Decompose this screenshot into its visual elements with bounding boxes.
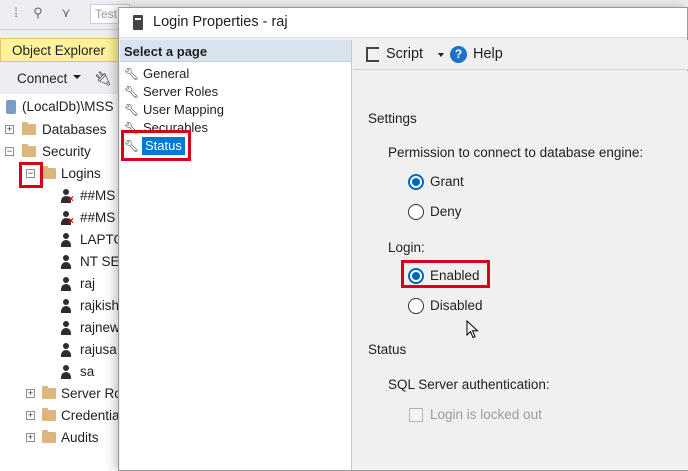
tree-label: NT SE [80,254,120,269]
page-item-label: Server Roles [143,84,219,99]
wrench-icon: 🔧︎ [124,85,140,99]
tree-node-databases[interactable]: + Databases [0,119,130,141]
disabled-user-icon: × [60,211,74,227]
disabled-radio[interactable] [408,298,424,314]
folder-icon [42,386,56,399]
mouse-pointer-icon [466,320,479,339]
tree-node-server-roles[interactable]: + Server Ro [0,383,130,405]
toolbar-icon-1[interactable]: ⁞ [8,5,24,21]
tree-label: Logins [61,166,101,181]
folder-icon [22,144,36,157]
grant-label[interactable]: Grant [430,174,464,189]
status-page-content: Settings Permission to connect to databa… [353,71,688,470]
folder-icon [42,430,56,443]
tree-node-login[interactable]: × ##MS [0,185,130,207]
folder-icon [42,408,56,421]
expand-icon[interactable]: + [5,125,14,134]
tree-label: Server Ro [61,386,122,401]
tree-node-login[interactable]: rajnew [0,317,130,339]
user-icon [60,277,72,291]
tree-node-login[interactable]: sa [0,361,130,383]
wrench-icon: 🔧︎ [124,103,140,117]
deny-label[interactable]: Deny [430,204,462,219]
disabled-user-icon: × [60,189,74,205]
tree-node-security[interactable]: − Security [0,141,130,163]
locked-out-label: Login is locked out [430,407,542,422]
settings-section-label: Settings [368,111,417,126]
tree-node-login[interactable]: NT SE [0,251,130,273]
tree-label: rajusa [80,342,117,357]
user-icon [60,321,72,335]
page-item-label: User Mapping [143,102,224,117]
tree-node-login[interactable]: raj [0,273,130,295]
tree-node-login[interactable]: rajusa [0,339,130,361]
permission-label: Permission to connect to database engine… [388,145,644,160]
tree-label: Security [42,144,91,159]
grant-radio[interactable] [408,174,424,190]
help-icon[interactable]: ? [450,46,467,63]
tree-label: Credentia [61,408,120,423]
login-label: Login: [388,240,425,255]
select-page-label: Select a page [124,44,208,59]
tree-label: (LocalDb)\MSS [22,99,114,114]
script-dropdown-icon[interactable] [438,53,444,57]
user-icon [60,299,72,313]
disabled-label[interactable]: Disabled [430,298,483,313]
dialog-titlebar[interactable]: Login Properties - raj [119,8,687,38]
tree-label: Audits [61,430,99,445]
script-button[interactable]: Script [386,46,423,62]
filter-icon[interactable]: ⋎ [58,5,74,21]
expand-icon[interactable]: + [26,433,35,442]
connect-dropdown-icon[interactable] [73,75,81,79]
status-section-label: Status [368,342,407,357]
dialog-title: Login Properties - raj [153,14,288,30]
login-properties-dialog: Login Properties - raj Select a page 🔧︎ … [118,7,688,471]
logins-expander-highlight [19,162,43,188]
script-icon[interactable] [366,47,379,62]
object-explorer-title: Object Explorer [12,43,106,58]
dialog-toolbar: Script ? Help [353,40,688,70]
server-icon [6,100,16,114]
page-item-label: General [143,66,190,81]
connect-button[interactable]: Connect [17,71,67,86]
debug-icon[interactable]: ⚲ [30,5,46,21]
locked-out-checkbox[interactable] [409,408,423,422]
tree-label: ##MS [80,188,116,203]
deny-radio[interactable] [408,204,424,220]
select-page-header: Select a page [120,40,351,62]
tree-label: rajnew [80,320,120,335]
sql-auth-label: SQL Server authentication: [388,377,550,392]
object-explorer-toolbar: Connect 🔌︎ [0,66,130,92]
user-icon [60,255,72,269]
folder-icon [42,166,56,179]
status-page-highlight [121,130,191,161]
tree-node-credentials[interactable]: + Credentia [0,405,130,427]
folder-icon [22,122,36,135]
object-explorer-header: Object Explorer [0,38,130,62]
tree-label: raj [80,276,96,291]
object-explorer-tree: (LocalDb)\MSS + Databases − Security − L… [0,94,130,471]
user-icon [60,343,72,357]
tree-label: Databases [42,122,107,137]
enabled-highlight [401,260,490,288]
expand-icon[interactable]: + [26,389,35,398]
tree-label: ##MS [80,210,116,225]
select-page-panel: Select a page 🔧︎ General 🔧︎ Server Roles… [120,40,352,470]
plug-icon[interactable]: 🔌︎ [94,70,112,87]
tree-node-audits[interactable]: + Audits [0,427,130,449]
collapse-icon[interactable]: − [5,147,14,156]
tree-node-server[interactable]: (LocalDb)\MSS [0,96,130,118]
tree-label: rajkish [80,298,120,313]
user-icon [60,233,72,247]
user-icon [60,365,72,379]
expand-icon[interactable]: + [26,411,35,420]
tree-node-login[interactable]: LAPTO [0,229,130,251]
wrench-icon: 🔧︎ [124,67,140,81]
tree-label: sa [80,364,95,379]
database-selector-value: Test [95,7,118,21]
tree-node-login[interactable]: × ##MS [0,207,130,229]
tree-node-login[interactable]: rajkish [0,295,130,317]
help-button[interactable]: Help [473,46,503,62]
ssms-app-icon [133,15,143,30]
